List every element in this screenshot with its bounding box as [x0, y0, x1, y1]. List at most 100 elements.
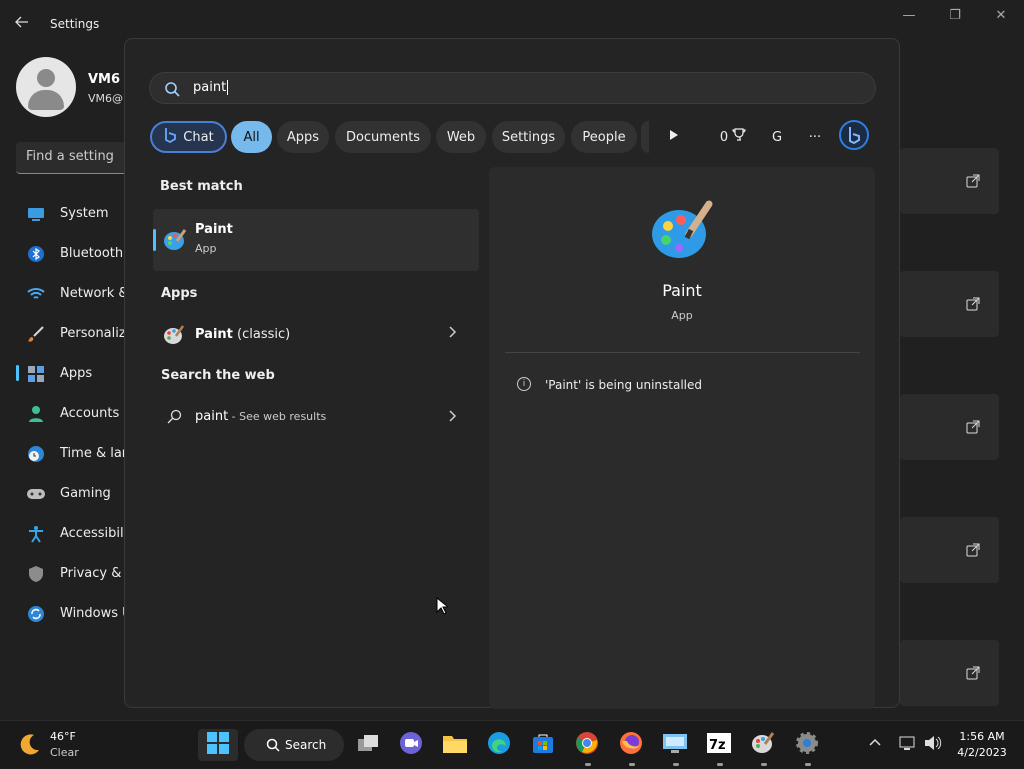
weather-temp: 46°F — [50, 730, 76, 743]
minimize-button[interactable]: — — [886, 8, 932, 26]
sidebar-item-label: Gaming — [60, 486, 111, 501]
open-external-icon[interactable] — [966, 666, 980, 680]
chip-apps[interactable]: Apps — [277, 121, 329, 153]
running-indicator — [805, 763, 811, 766]
settings-taskbar-button[interactable] — [791, 729, 823, 761]
uninstall-status: 'Paint' is being uninstalled — [545, 378, 703, 392]
brush-icon — [26, 324, 46, 344]
chips-scroll-right-button[interactable] — [661, 121, 687, 153]
clock-time: 1:56 AM — [959, 730, 1005, 743]
rewards-button[interactable]: 0 — [715, 121, 751, 153]
app-row-card[interactable] — [900, 148, 999, 214]
sidebar-item-accessibility[interactable]: Accessibili — [16, 516, 126, 552]
sidebar-item-accounts[interactable]: Accounts — [16, 396, 126, 432]
running-indicator — [717, 763, 723, 766]
bing-button[interactable] — [838, 120, 870, 153]
app-row-card[interactable] — [900, 271, 999, 337]
web-result[interactable]: paint - See web results — [153, 398, 479, 434]
restore-button[interactable]: ❐ — [932, 8, 978, 26]
chip-documents[interactable]: Documents — [335, 121, 431, 153]
open-external-icon[interactable] — [966, 297, 980, 311]
teams-chat-button[interactable] — [395, 729, 427, 761]
running-indicator — [761, 763, 767, 766]
running-indicator — [673, 763, 679, 766]
chrome-icon — [575, 731, 599, 759]
sidebar-item-privacy[interactable]: Privacy & s — [16, 556, 126, 592]
sidebar-item-gaming[interactable]: Gaming — [16, 476, 126, 512]
open-external-icon[interactable] — [966, 543, 980, 557]
avatar-head — [37, 69, 55, 87]
chip-chat[interactable]: Chat — [150, 121, 227, 153]
clock[interactable]: 1:56 AM 4/2/2023 — [950, 721, 1016, 769]
sidebar-item-bluetooth[interactable]: Bluetooth — [16, 236, 126, 272]
open-external-icon[interactable] — [966, 420, 980, 434]
paint-classic-icon — [751, 731, 775, 759]
firefox-icon — [619, 731, 643, 759]
taskbar-search[interactable]: Search — [244, 729, 344, 761]
close-button[interactable]: ✕ — [978, 8, 1024, 26]
sidebar-item-system[interactable]: System — [16, 196, 126, 232]
chip-label: Apps — [286, 129, 320, 145]
account-button[interactable]: G — [765, 121, 789, 153]
edge-icon — [487, 731, 511, 759]
app-row-card[interactable] — [900, 394, 999, 460]
avatar[interactable] — [16, 57, 76, 117]
app-row-card[interactable] — [900, 517, 999, 583]
chip-label: Chat — [183, 129, 214, 145]
back-button[interactable] — [14, 14, 34, 34]
chevron-right-icon[interactable] — [449, 410, 457, 425]
chip-all[interactable]: All — [231, 121, 272, 153]
paint-taskbar-button[interactable] — [747, 729, 779, 761]
chevron-right-icon[interactable] — [449, 326, 457, 341]
store-button[interactable] — [527, 729, 559, 761]
preview-type: App — [671, 309, 693, 322]
sidebar-item-label: Accounts — [60, 406, 120, 421]
sidebar-item-personalization[interactable]: Personaliza — [16, 316, 126, 352]
remote-desktop-icon — [662, 732, 688, 758]
chip-web[interactable]: Web — [436, 121, 486, 153]
gamepad-icon — [26, 484, 46, 504]
clock-date: 4/2/2023 — [957, 746, 1007, 759]
firefox-button[interactable] — [615, 729, 647, 761]
sidebar-item-label: Privacy & s — [60, 566, 126, 581]
apps-icon — [26, 364, 46, 384]
weather-widget[interactable]: 46°F Clear — [0, 721, 110, 769]
find-setting-placeholder: Find a setting — [26, 149, 114, 164]
search-input[interactable]: paint — [149, 72, 876, 104]
open-external-icon[interactable] — [966, 174, 980, 188]
task-view-button[interactable] — [352, 729, 384, 761]
close-icon: ✕ — [995, 8, 1007, 23]
best-match-result[interactable]: Paint App — [153, 209, 479, 271]
sidebar-item-network[interactable]: Network & — [16, 276, 126, 312]
divider — [505, 352, 860, 353]
search-icon — [266, 738, 280, 755]
sidebar-item-windows-update[interactable]: Windows U — [16, 596, 126, 632]
search-web-heading: Search the web — [161, 368, 275, 383]
app-row-card[interactable] — [900, 640, 999, 706]
app-result-suffix: (classic) — [232, 327, 291, 342]
chrome-button[interactable] — [571, 729, 603, 761]
volume-icon[interactable] — [924, 735, 942, 755]
preview-pane: Paint App i 'Paint' is being uninstalled — [489, 167, 875, 709]
remote-desktop-button[interactable] — [659, 729, 691, 761]
more-options-button[interactable]: ··· — [802, 121, 828, 153]
sidebar-item-apps[interactable]: Apps — [16, 356, 126, 392]
chip-label: Web — [446, 129, 476, 145]
network-tray-icon[interactable] — [898, 735, 918, 755]
7zip-button[interactable]: 7z — [703, 729, 735, 761]
weather-condition: Clear — [50, 746, 79, 759]
file-explorer-button[interactable] — [439, 729, 471, 761]
list-item[interactable]: Paint (classic) — [153, 316, 479, 352]
sidebar-item-time-language[interactable]: Time & lan — [16, 436, 126, 472]
chip-settings[interactable]: Settings — [492, 121, 565, 153]
taskbar: 46°F Clear Search 7z 1:56 AM 4/2/2023 — [0, 720, 1024, 768]
show-hidden-icons-button[interactable] — [868, 735, 882, 753]
running-indicator — [629, 763, 635, 766]
accessibility-icon — [26, 524, 46, 544]
edge-button[interactable] — [483, 729, 515, 761]
task-view-icon — [356, 733, 380, 757]
chip-people[interactable]: People — [571, 121, 637, 153]
start-button[interactable] — [198, 729, 238, 761]
restore-icon: ❐ — [949, 8, 961, 23]
search-icon — [164, 81, 180, 97]
